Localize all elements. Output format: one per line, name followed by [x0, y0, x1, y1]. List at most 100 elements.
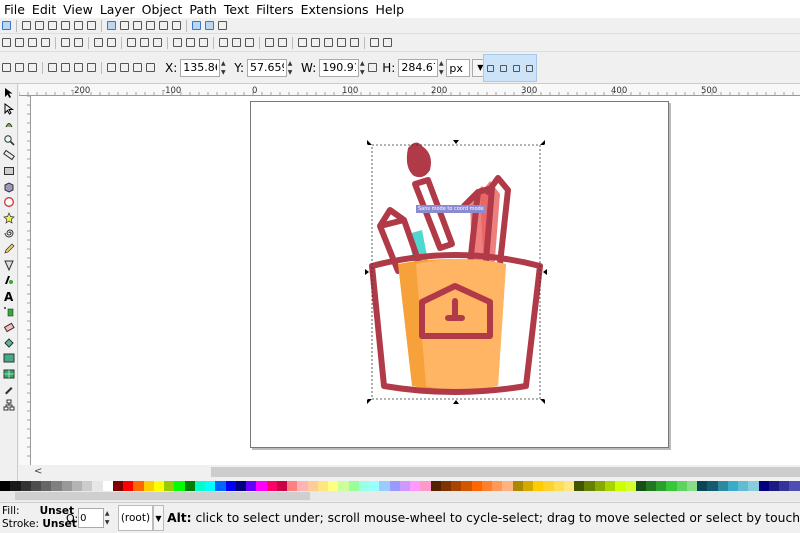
palette-swatch[interactable]: [584, 481, 595, 491]
flip-horizontal-icon[interactable]: [74, 63, 83, 72]
palette-swatch[interactable]: [174, 481, 185, 491]
palette-swatch[interactable]: [738, 481, 749, 491]
scale-handle-bottom[interactable]: [453, 400, 459, 404]
pencil-tool-icon[interactable]: [3, 243, 15, 255]
palette-swatch[interactable]: [420, 481, 431, 491]
menu-filters[interactable]: Filters: [252, 2, 296, 17]
scale-stroke-icon[interactable]: [487, 64, 494, 72]
palette-swatch[interactable]: [307, 481, 318, 491]
rectangle-tool-icon[interactable]: [3, 165, 15, 177]
lock-ratio-icon[interactable]: [368, 63, 378, 72]
snap-corner-icon[interactable]: [48, 21, 57, 30]
snap-toggle-icon[interactable]: [2, 21, 11, 30]
clone-icon[interactable]: [232, 38, 241, 47]
palette-swatch[interactable]: [656, 481, 667, 491]
layer-select[interactable]: (root): [118, 505, 153, 531]
ellipse-tool-icon[interactable]: [3, 196, 15, 208]
palette-swatch[interactable]: [205, 481, 216, 491]
menu-object[interactable]: Object: [138, 2, 186, 17]
palette-swatch[interactable]: [338, 481, 349, 491]
menu-text[interactable]: Text: [220, 2, 252, 17]
layers-icon[interactable]: [324, 38, 333, 47]
palette-swatch[interactable]: [686, 481, 697, 491]
scale-handle-br[interactable]: [540, 399, 545, 404]
zoom-selection-icon[interactable]: [173, 38, 182, 47]
palette-swatch[interactable]: [82, 481, 93, 491]
document-properties-icon[interactable]: [383, 38, 392, 47]
palette-swatch[interactable]: [399, 481, 410, 491]
palette-swatch[interactable]: [369, 481, 380, 491]
palette-swatch[interactable]: [502, 481, 513, 491]
palette-swatch[interactable]: [768, 481, 779, 491]
rotate-cw-icon[interactable]: [61, 63, 70, 72]
fill-stroke-icon[interactable]: [298, 38, 307, 47]
palette-swatch[interactable]: [389, 481, 400, 491]
palette-swatch[interactable]: [256, 481, 267, 491]
import-icon[interactable]: [61, 38, 70, 47]
palette-swatch[interactable]: [328, 481, 339, 491]
text-tool-icon[interactable]: A: [3, 290, 15, 302]
palette-swatch[interactable]: [533, 481, 544, 491]
opacity-spinner[interactable]: ▲ ▼: [104, 509, 110, 527]
palette-swatch[interactable]: [164, 481, 175, 491]
move-gradients-icon[interactable]: [513, 64, 520, 72]
y-input[interactable]: [247, 58, 288, 77]
select-all-icon[interactable]: [2, 63, 11, 72]
snap-smooth-icon[interactable]: [159, 21, 168, 30]
scale-corners-icon[interactable]: [500, 64, 507, 72]
palette-swatch[interactable]: [266, 481, 277, 491]
palette-swatch[interactable]: [512, 481, 523, 491]
palette-swatch[interactable]: [451, 481, 462, 491]
align-distribute-icon[interactable]: [350, 38, 359, 47]
scale-handle-tl[interactable]: [367, 140, 372, 145]
palette-swatch[interactable]: [563, 481, 574, 491]
width-spinner[interactable]: ▲ ▼: [359, 59, 365, 77]
menu-path[interactable]: Path: [185, 2, 219, 17]
selector-tool-icon[interactable]: [3, 87, 15, 99]
y-spinner[interactable]: ▲ ▼: [287, 59, 293, 77]
undo-icon[interactable]: [94, 38, 103, 47]
fill-stroke-indicator[interactable]: Fill: Unset Stroke: Unset: [0, 505, 77, 531]
lower-to-bottom-icon[interactable]: [146, 63, 155, 72]
pen-tool-icon[interactable]: [3, 259, 15, 271]
scrollbar-thumb[interactable]: [211, 467, 800, 477]
connector-tool-icon[interactable]: [3, 399, 15, 411]
palette-swatch[interactable]: [574, 481, 585, 491]
palette-swatch[interactable]: [123, 481, 134, 491]
palette-swatch[interactable]: [348, 481, 359, 491]
palette-swatch[interactable]: [553, 481, 564, 491]
palette-swatch[interactable]: [717, 481, 728, 491]
palette-swatch[interactable]: [492, 481, 503, 491]
palette-swatch[interactable]: [287, 481, 298, 491]
export-icon[interactable]: [74, 38, 83, 47]
height-input[interactable]: [398, 58, 439, 77]
palette-swatch[interactable]: [184, 481, 195, 491]
group-icon[interactable]: [265, 38, 274, 47]
palette-swatch[interactable]: [30, 481, 41, 491]
palette-scrollbar[interactable]: [0, 491, 800, 501]
palette-swatch[interactable]: [461, 481, 472, 491]
menu-edit[interactable]: Edit: [28, 2, 59, 17]
node-tool-icon[interactable]: [3, 102, 15, 115]
raise-to-top-icon[interactable]: [107, 63, 116, 72]
preferences-icon[interactable]: [370, 38, 379, 47]
dropper-tool-icon[interactable]: [3, 383, 15, 395]
menu-file[interactable]: File: [0, 2, 28, 17]
palette-swatch[interactable]: [71, 481, 82, 491]
select-all-layers-icon[interactable]: [15, 63, 24, 72]
menu-help[interactable]: Help: [372, 2, 408, 17]
palette-swatch[interactable]: [543, 481, 554, 491]
snap-bbox-icon[interactable]: [22, 21, 31, 30]
spray-tool-icon[interactable]: [3, 305, 15, 317]
palette-swatch[interactable]: [471, 481, 482, 491]
zoom-drawing-icon[interactable]: [186, 38, 195, 47]
width-input[interactable]: [319, 58, 360, 77]
copy-icon[interactable]: [127, 38, 136, 47]
save-icon[interactable]: [28, 38, 37, 47]
cut-icon[interactable]: [140, 38, 149, 47]
scale-handle-left[interactable]: [365, 269, 369, 275]
palette-swatch[interactable]: [143, 481, 154, 491]
print-icon[interactable]: [41, 38, 50, 47]
snap-intersection-icon[interactable]: [133, 21, 142, 30]
eraser-tool-icon[interactable]: [3, 321, 15, 333]
